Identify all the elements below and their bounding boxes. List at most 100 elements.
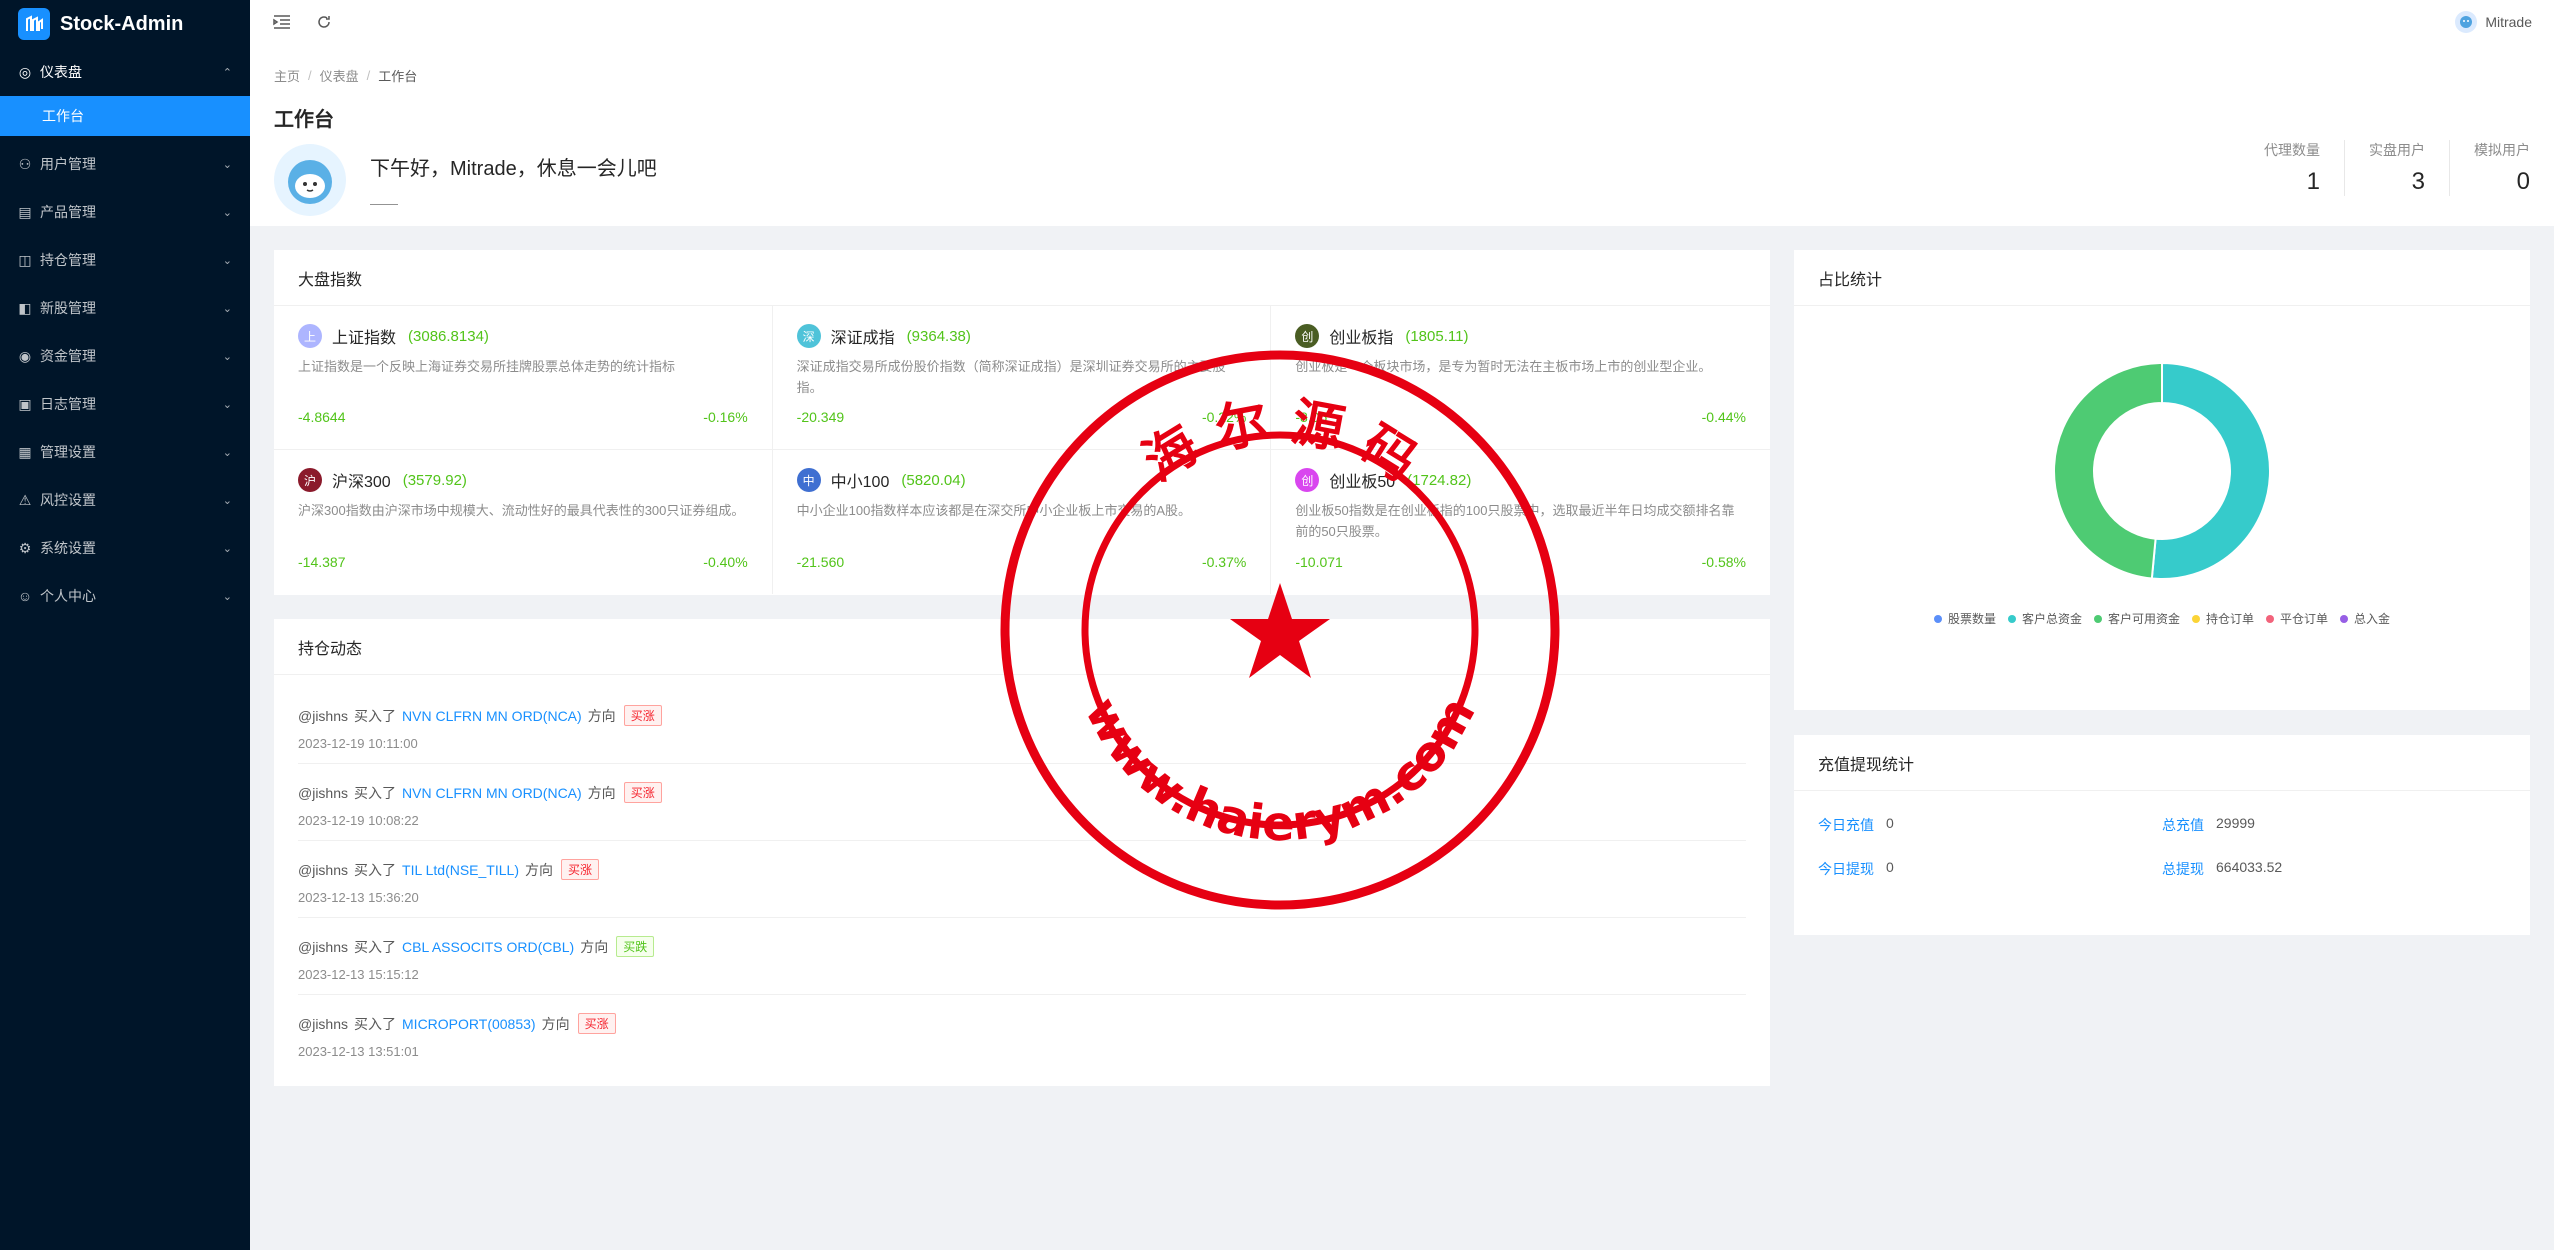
- recharge-value: 0: [1886, 815, 1894, 831]
- sidebar-item[interactable]: ◎ 仪表盘 ⌃: [0, 48, 250, 96]
- direction-tag: 买涨: [577, 1013, 616, 1034]
- index-change-pct: -0.37%: [1201, 554, 1247, 570]
- sidebar-item[interactable]: ◉ 资金管理 ⌄: [0, 332, 250, 380]
- index-badge: 创: [1295, 468, 1320, 492]
- list-item: @jishns 买入了 TIL Ltd(NSE_TILL) 方向 买涨 2023…: [298, 841, 1746, 918]
- direction-tag: 买涨: [623, 705, 662, 726]
- breadcrumb-current: 工作台: [378, 69, 418, 84]
- feed-time: 2023-12-13 15:36:20: [298, 890, 419, 905]
- stat-item: 模拟用户 0: [2450, 140, 2530, 196]
- index-cell[interactable]: 中 中小100 (5820.04) 中小企业100指数样本应该都是在深交所中小企…: [773, 450, 1272, 594]
- card-title: 充值提现统计: [1794, 735, 2530, 791]
- feed-stock-link[interactable]: TIL Ltd(NSE_TILL): [402, 862, 519, 878]
- sidebar-subitem[interactable]: 工作台: [0, 96, 250, 136]
- sidebar-item[interactable]: ◧ 新股管理 ⌄: [0, 284, 250, 332]
- market-index-card: 大盘指数 上 上证指数 (3086.8134) 上证指数是一个反映上海证券交易所…: [274, 250, 1770, 595]
- legend-item[interactable]: 客户可用资金: [2093, 610, 2180, 627]
- direction-tag: 买涨: [623, 782, 662, 803]
- breadcrumb-home[interactable]: 主页: [274, 66, 300, 85]
- stat-label: 模拟用户: [2474, 142, 2530, 158]
- card-title: 持仓动态: [274, 619, 1770, 675]
- index-badge: 上: [298, 324, 322, 348]
- index-change: -20.349: [796, 409, 845, 425]
- recharge-stat: 总提现 664033.52: [2162, 859, 2506, 879]
- sidebar-item[interactable]: ⚠ 风控设置 ⌄: [0, 476, 250, 524]
- sidebar-item[interactable]: ▤ 产品管理 ⌄: [0, 188, 250, 236]
- feed-stock-link[interactable]: CBL ASSOCITS ORD(CBL): [402, 939, 574, 955]
- breadcrumb-separator: /: [366, 68, 371, 83]
- feed-stock-link[interactable]: MICROPORT(00853): [402, 1016, 536, 1032]
- sidebar-item[interactable]: ▣ 日志管理 ⌄: [0, 380, 250, 428]
- index-description: 上证指数是一个反映上海证券交易所挂牌股票总体走势的统计指标: [298, 359, 676, 374]
- dashboard-icon: ◎: [18, 63, 32, 80]
- recharge-label[interactable]: 今日充值: [1818, 815, 1874, 835]
- feed-direction-label: 方向: [541, 1015, 570, 1032]
- index-description: 沪深300指数由沪深市场中规模大、流动性好的最具代表性的300只证券组成。: [298, 503, 745, 518]
- index-grid: 上 上证指数 (3086.8134) 上证指数是一个反映上海证券交易所挂牌股票总…: [274, 306, 1770, 594]
- feed-stock-link[interactable]: NVN CLFRN MN ORD(NCA): [402, 785, 582, 801]
- feed-direction-label: 方向: [587, 784, 616, 801]
- chevron-down-icon: ⌄: [222, 446, 232, 459]
- feed-stock-link[interactable]: NVN CLFRN MN ORD(NCA): [402, 708, 582, 724]
- legend-label: 客户总资金: [2021, 612, 2082, 626]
- index-change: -14.387: [298, 554, 346, 570]
- recharge-value: 29999: [2216, 815, 2255, 831]
- index-cell[interactable]: 创 创业板50 (1724.82) 创业板50指数是在创业板指的100只股票中，…: [1271, 450, 1770, 594]
- stat-item: 代理数量 1: [2240, 140, 2345, 196]
- stats-panel: 代理数量 1 实盘用户 3 模拟用户 0: [2240, 140, 2530, 196]
- greeting-text: 下午好，Mitrade，休息一会儿吧: [370, 158, 657, 180]
- sidebar-item-label: 用户管理: [40, 156, 96, 172]
- sidebar-item[interactable]: ◫ 持仓管理 ⌄: [0, 236, 250, 284]
- app-logo[interactable]: Stock-Admin: [0, 0, 250, 48]
- index-value: (1805.11): [1405, 327, 1469, 345]
- legend-item[interactable]: 客户总资金: [2007, 610, 2082, 627]
- index-change: -10.071: [1295, 554, 1343, 570]
- recharge-label[interactable]: 今日提现: [1818, 859, 1874, 879]
- chevron-down-icon: ⌄: [222, 350, 232, 363]
- donut-slice[interactable]: [2053, 361, 2163, 580]
- sidebar-item[interactable]: ⚇ 用户管理 ⌄: [0, 140, 250, 188]
- recharge-card: 充值提现统计 今日充值 0 总充值 29999 今日提现 0 总提现 664033.5…: [1794, 735, 2530, 935]
- feed-action: 买入了: [354, 938, 397, 955]
- sidebar-item[interactable]: ▦ 管理设置 ⌄: [0, 428, 250, 476]
- refresh-icon[interactable]: [314, 12, 334, 32]
- legend-item[interactable]: 持仓订单: [2192, 610, 2254, 627]
- donut-slice[interactable]: [2150, 361, 2271, 580]
- legend-label: 客户可用资金: [2107, 612, 2180, 626]
- index-value: (1724.82): [1407, 471, 1472, 489]
- index-value: (9364.38): [906, 327, 971, 345]
- breadcrumb-dashboard[interactable]: 仪表盘: [320, 66, 359, 85]
- chevron-down-icon: ⌄: [222, 590, 232, 603]
- legend-item[interactable]: 股票数量: [1933, 610, 1996, 627]
- recharge-label[interactable]: 总提现: [2162, 859, 2204, 879]
- list-item: @jishns 买入了 MICROPORT(00853) 方向 买涨 2023-…: [298, 995, 1746, 1071]
- ratio-card: 占比统计 股票数量 客户总资金 客户可用资金 持仓订单 平仓订单 总入金: [1794, 250, 2530, 710]
- user-avatar: [2455, 11, 2478, 33]
- index-value: (3086.8134): [408, 327, 489, 345]
- log-icon: ▣: [18, 395, 32, 412]
- stat-label: 代理数量: [2264, 142, 2320, 158]
- index-cell[interactable]: 沪 沪深300 (3579.92) 沪深300指数由沪深市场中规模大、流动性好的…: [274, 450, 773, 594]
- feed-user: @jishns: [298, 938, 349, 955]
- sidebar-item-label: 管理设置: [40, 444, 96, 460]
- feed-user: @jishns: [298, 861, 349, 878]
- legend-item[interactable]: 总入金: [2340, 610, 2390, 627]
- feed-time: 2023-12-19 10:11:00: [298, 736, 418, 751]
- chevron-down-icon: ⌄: [222, 158, 232, 171]
- index-name: 创业板50: [1329, 474, 1396, 491]
- feed-action: 买入了: [354, 1015, 397, 1032]
- legend-item[interactable]: 平仓订单: [2266, 610, 2328, 627]
- index-cell[interactable]: 上 上证指数 (3086.8134) 上证指数是一个反映上海证券交易所挂牌股票总…: [274, 306, 773, 450]
- card-title: 占比统计: [1794, 250, 2530, 306]
- user-menu[interactable]: Mitrade: [2455, 11, 2532, 33]
- sidebar-item[interactable]: ⚙ 系统设置 ⌄: [0, 524, 250, 572]
- sidebar-item[interactable]: ☺ 个人中心 ⌄: [0, 572, 250, 620]
- recharge-label[interactable]: 总充值: [2162, 815, 2204, 835]
- index-cell[interactable]: 创 创业板指 (1805.11) 创业板是一个板块市场，是专为暂时无法在主板市场…: [1271, 306, 1770, 450]
- index-cell[interactable]: 深 深证成指 (9364.38) 深证成指交易所成份股价指数（简称深证成指）是深…: [772, 306, 1272, 450]
- feed-direction-label: 方向: [525, 861, 553, 878]
- donut-chart: [2053, 361, 2271, 580]
- index-description: 创业板是一个板块市场，是专为暂时无法在主板市场上市的创业型企业。: [1295, 359, 1712, 374]
- sidebar-item-label: 资金管理: [40, 348, 96, 364]
- menu-fold-icon[interactable]: [272, 12, 292, 32]
